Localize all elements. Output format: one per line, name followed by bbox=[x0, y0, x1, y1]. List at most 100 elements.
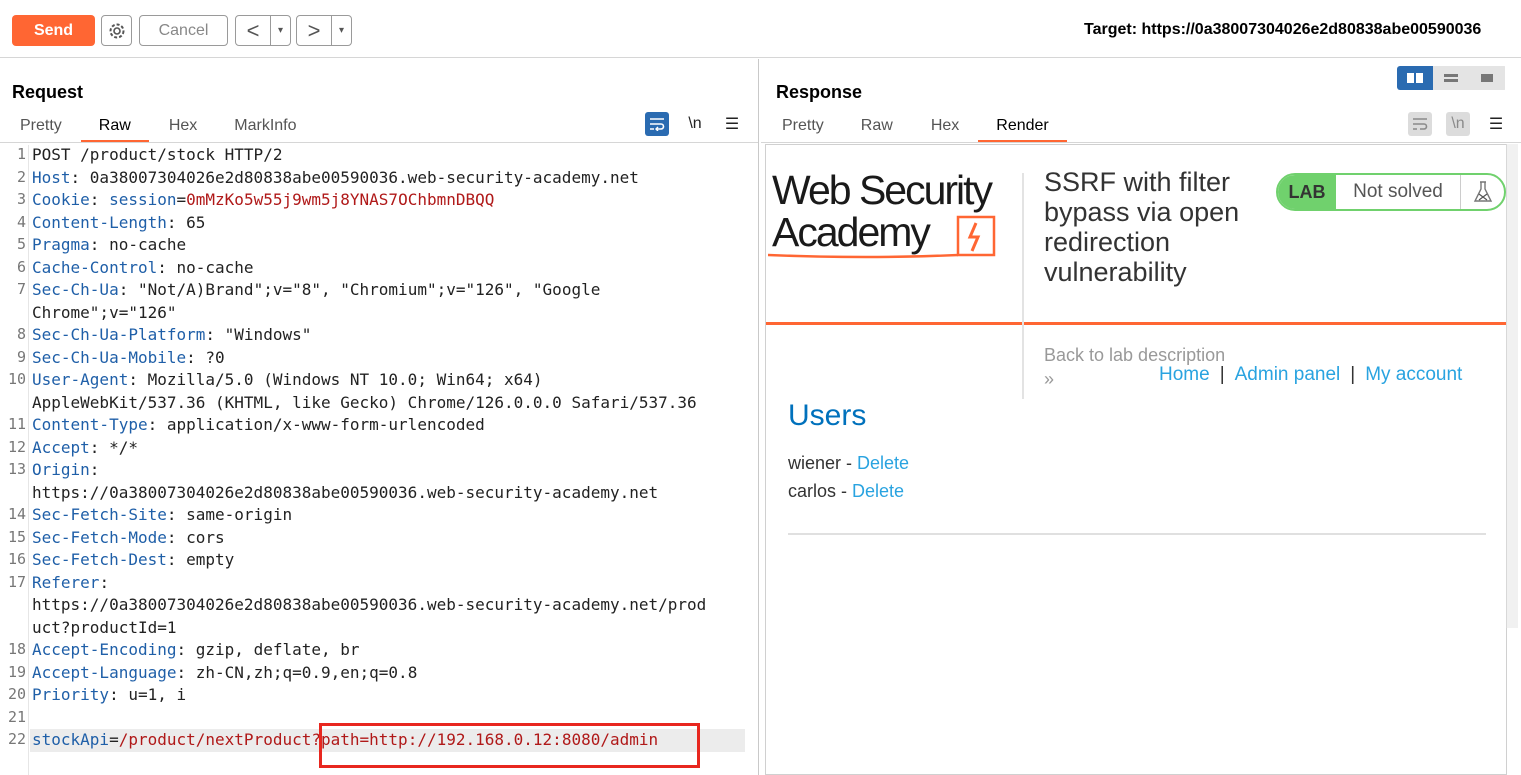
code-line[interactable]: Accept: */* bbox=[32, 438, 138, 457]
user-dash: - bbox=[841, 453, 858, 473]
user-name: wiener bbox=[788, 453, 842, 473]
code-line[interactable]: Sec-Fetch-Mode: cors bbox=[32, 528, 225, 547]
response-menu-button[interactable]: ☰ bbox=[1484, 112, 1508, 136]
request-menu-button[interactable]: ☰ bbox=[720, 112, 744, 136]
annotation-highlight-box bbox=[319, 723, 700, 768]
header-name: Sec-Fetch-Site bbox=[32, 505, 167, 524]
columns-icon bbox=[1407, 73, 1423, 83]
send-button[interactable]: Send bbox=[12, 15, 95, 46]
line-number: 9 bbox=[16, 347, 26, 366]
header-value: : "Windows" bbox=[205, 325, 312, 344]
header-value: : u=1, i bbox=[109, 685, 187, 704]
layout-vertical-button[interactable] bbox=[1433, 66, 1469, 90]
code-line[interactable]: Content-Type: application/x-www-form-url… bbox=[32, 415, 485, 434]
tab-hex[interactable]: Hex bbox=[931, 114, 959, 142]
code-line[interactable]: Accept-Language: zh-CN,zh;q=0.9,en;q=0.8 bbox=[32, 663, 417, 682]
back-button[interactable]: < bbox=[236, 16, 271, 45]
code-line[interactable]: Sec-Fetch-Site: same-origin bbox=[32, 505, 292, 524]
word-wrap-toggle[interactable] bbox=[645, 112, 669, 136]
line-number: 1 bbox=[16, 145, 26, 163]
rows-icon bbox=[1444, 74, 1458, 82]
code-line[interactable]: https://0a38007304026e2d80838abe00590036… bbox=[32, 483, 658, 502]
show-newlines-toggle[interactable]: \n bbox=[1446, 112, 1470, 136]
header-value: : zh-CN,zh;q=0.9,en;q=0.8 bbox=[176, 662, 418, 682]
header-value: https://0a38007304026e2d80838abe00590036… bbox=[32, 482, 659, 502]
target-url[interactable]: Target: https://0a38007304026e2d80838abe… bbox=[1084, 21, 1481, 39]
back-to-lab-link[interactable]: Back to lab description bbox=[1044, 345, 1225, 366]
flask-icon bbox=[1461, 175, 1504, 209]
gear-icon bbox=[109, 23, 124, 38]
header-rule-left bbox=[766, 322, 1022, 325]
code-line[interactable]: Cache-Control: no-cache bbox=[32, 258, 254, 277]
tab-raw[interactable]: Raw bbox=[80, 114, 149, 143]
delete-user-link[interactable]: Delete bbox=[857, 453, 909, 473]
header-name: Cookie bbox=[32, 190, 90, 209]
header-value: : 0a38007304026e2d80838abe00590036.web-s… bbox=[70, 167, 639, 187]
code-line[interactable]: POST /product/stock HTTP/2 bbox=[32, 145, 282, 164]
tab-pretty[interactable]: Pretty bbox=[20, 114, 62, 142]
line-number: 15 bbox=[7, 527, 26, 546]
content-divider bbox=[788, 533, 1486, 535]
line-number: 21 bbox=[7, 707, 26, 726]
header-name: Content-Type bbox=[32, 415, 148, 434]
code-line[interactable]: Sec-Ch-Ua-Mobile: ?0 bbox=[32, 348, 225, 367]
layout-tabs-button[interactable] bbox=[1469, 66, 1505, 90]
header-value: : "Not/A)Brand";v="8", "Chromium";v="126… bbox=[118, 280, 601, 299]
nav-home-link[interactable]: Home bbox=[1159, 364, 1210, 385]
header-name: Sec-Ch-Ua bbox=[32, 280, 119, 299]
header-name: Pragma bbox=[32, 235, 90, 254]
nav-separator: | bbox=[1219, 364, 1225, 385]
code-line[interactable]: Host: 0a38007304026e2d80838abe00590036.w… bbox=[32, 168, 639, 187]
user-row: carlos - Delete bbox=[788, 481, 904, 502]
lab-title: SSRF with filter bypass via open redirec… bbox=[1044, 167, 1240, 287]
delete-user-link[interactable]: Delete bbox=[852, 481, 904, 501]
code-line[interactable]: Pragma: no-cache bbox=[32, 235, 186, 254]
tab-markinfo[interactable]: MarkInfo bbox=[234, 114, 296, 142]
tab-hex[interactable]: Hex bbox=[169, 114, 197, 142]
word-wrap-toggle[interactable] bbox=[1408, 112, 1432, 136]
settings-button[interactable] bbox=[101, 15, 132, 46]
line-number: 13 bbox=[7, 460, 26, 478]
back-history-dropdown[interactable]: ▾ bbox=[271, 16, 290, 45]
lab-label: LAB bbox=[1278, 175, 1336, 209]
header-value: Chrome";v="126" bbox=[32, 302, 177, 322]
code-line[interactable]: User-Agent: Mozilla/5.0 (Windows NT 10.0… bbox=[32, 370, 543, 389]
nav-admin-panel-link[interactable]: Admin panel bbox=[1235, 364, 1341, 385]
tab-raw[interactable]: Raw bbox=[861, 114, 893, 142]
param-value: 0mMzKo5w55j9wm5j8YNAS7OChbmnDBQQ bbox=[186, 190, 495, 209]
layout-side-by-side-button[interactable] bbox=[1397, 66, 1433, 90]
line-number: 8 bbox=[16, 325, 26, 343]
code-line[interactable]: Content-Length: 65 bbox=[32, 213, 205, 232]
header-name: Priority bbox=[32, 685, 110, 704]
header-value: : bbox=[89, 460, 100, 479]
user-row: wiener - Delete bbox=[788, 453, 909, 474]
tab-render[interactable]: Render bbox=[978, 114, 1068, 143]
code-line[interactable]: Cookie: session=0mMzKo5w55j9wm5j8YNAS7OC… bbox=[32, 190, 494, 209]
line-number: 6 bbox=[16, 257, 26, 276]
forward-button[interactable]: > bbox=[297, 16, 332, 45]
header-value: uct?productId=1 bbox=[32, 617, 177, 637]
code-line[interactable]: AppleWebKit/537.36 (KHTML, like Gecko) C… bbox=[32, 393, 697, 412]
header-name: Cache-Control bbox=[32, 257, 158, 277]
tab-pretty[interactable]: Pretty bbox=[782, 114, 824, 142]
cancel-button[interactable]: Cancel bbox=[139, 15, 228, 46]
show-newlines-toggle[interactable]: \n bbox=[683, 112, 707, 136]
render-scrollbar[interactable] bbox=[1506, 144, 1518, 628]
code-line[interactable]: https://0a38007304026e2d80838abe00590036… bbox=[32, 595, 706, 614]
header-value: : ?0 bbox=[186, 347, 225, 367]
code-line[interactable]: Origin: bbox=[32, 460, 99, 479]
line-number: 14 bbox=[7, 505, 26, 523]
back-button-group: < ▾ bbox=[235, 15, 291, 46]
header-name: User-Agent bbox=[32, 370, 129, 389]
code-line[interactable]: Accept-Encoding: gzip, deflate, br bbox=[32, 640, 360, 659]
code-line[interactable]: Priority: u=1, i bbox=[32, 685, 186, 704]
code-line[interactable]: Chrome";v="126" bbox=[32, 303, 177, 322]
code-line[interactable]: Sec-Fetch-Dest: empty bbox=[32, 550, 234, 569]
code-line[interactable]: Sec-Ch-Ua-Platform: "Windows" bbox=[32, 325, 311, 344]
code-line[interactable]: uct?productId=1 bbox=[32, 618, 177, 637]
forward-history-dropdown[interactable]: ▾ bbox=[332, 16, 351, 45]
code-line[interactable]: Sec-Ch-Ua: "Not/A)Brand";v="8", "Chromiu… bbox=[32, 280, 600, 299]
code-line[interactable]: Referer: bbox=[32, 573, 109, 592]
nav-my-account-link[interactable]: My account bbox=[1365, 364, 1462, 385]
tab-divider bbox=[0, 142, 758, 143]
